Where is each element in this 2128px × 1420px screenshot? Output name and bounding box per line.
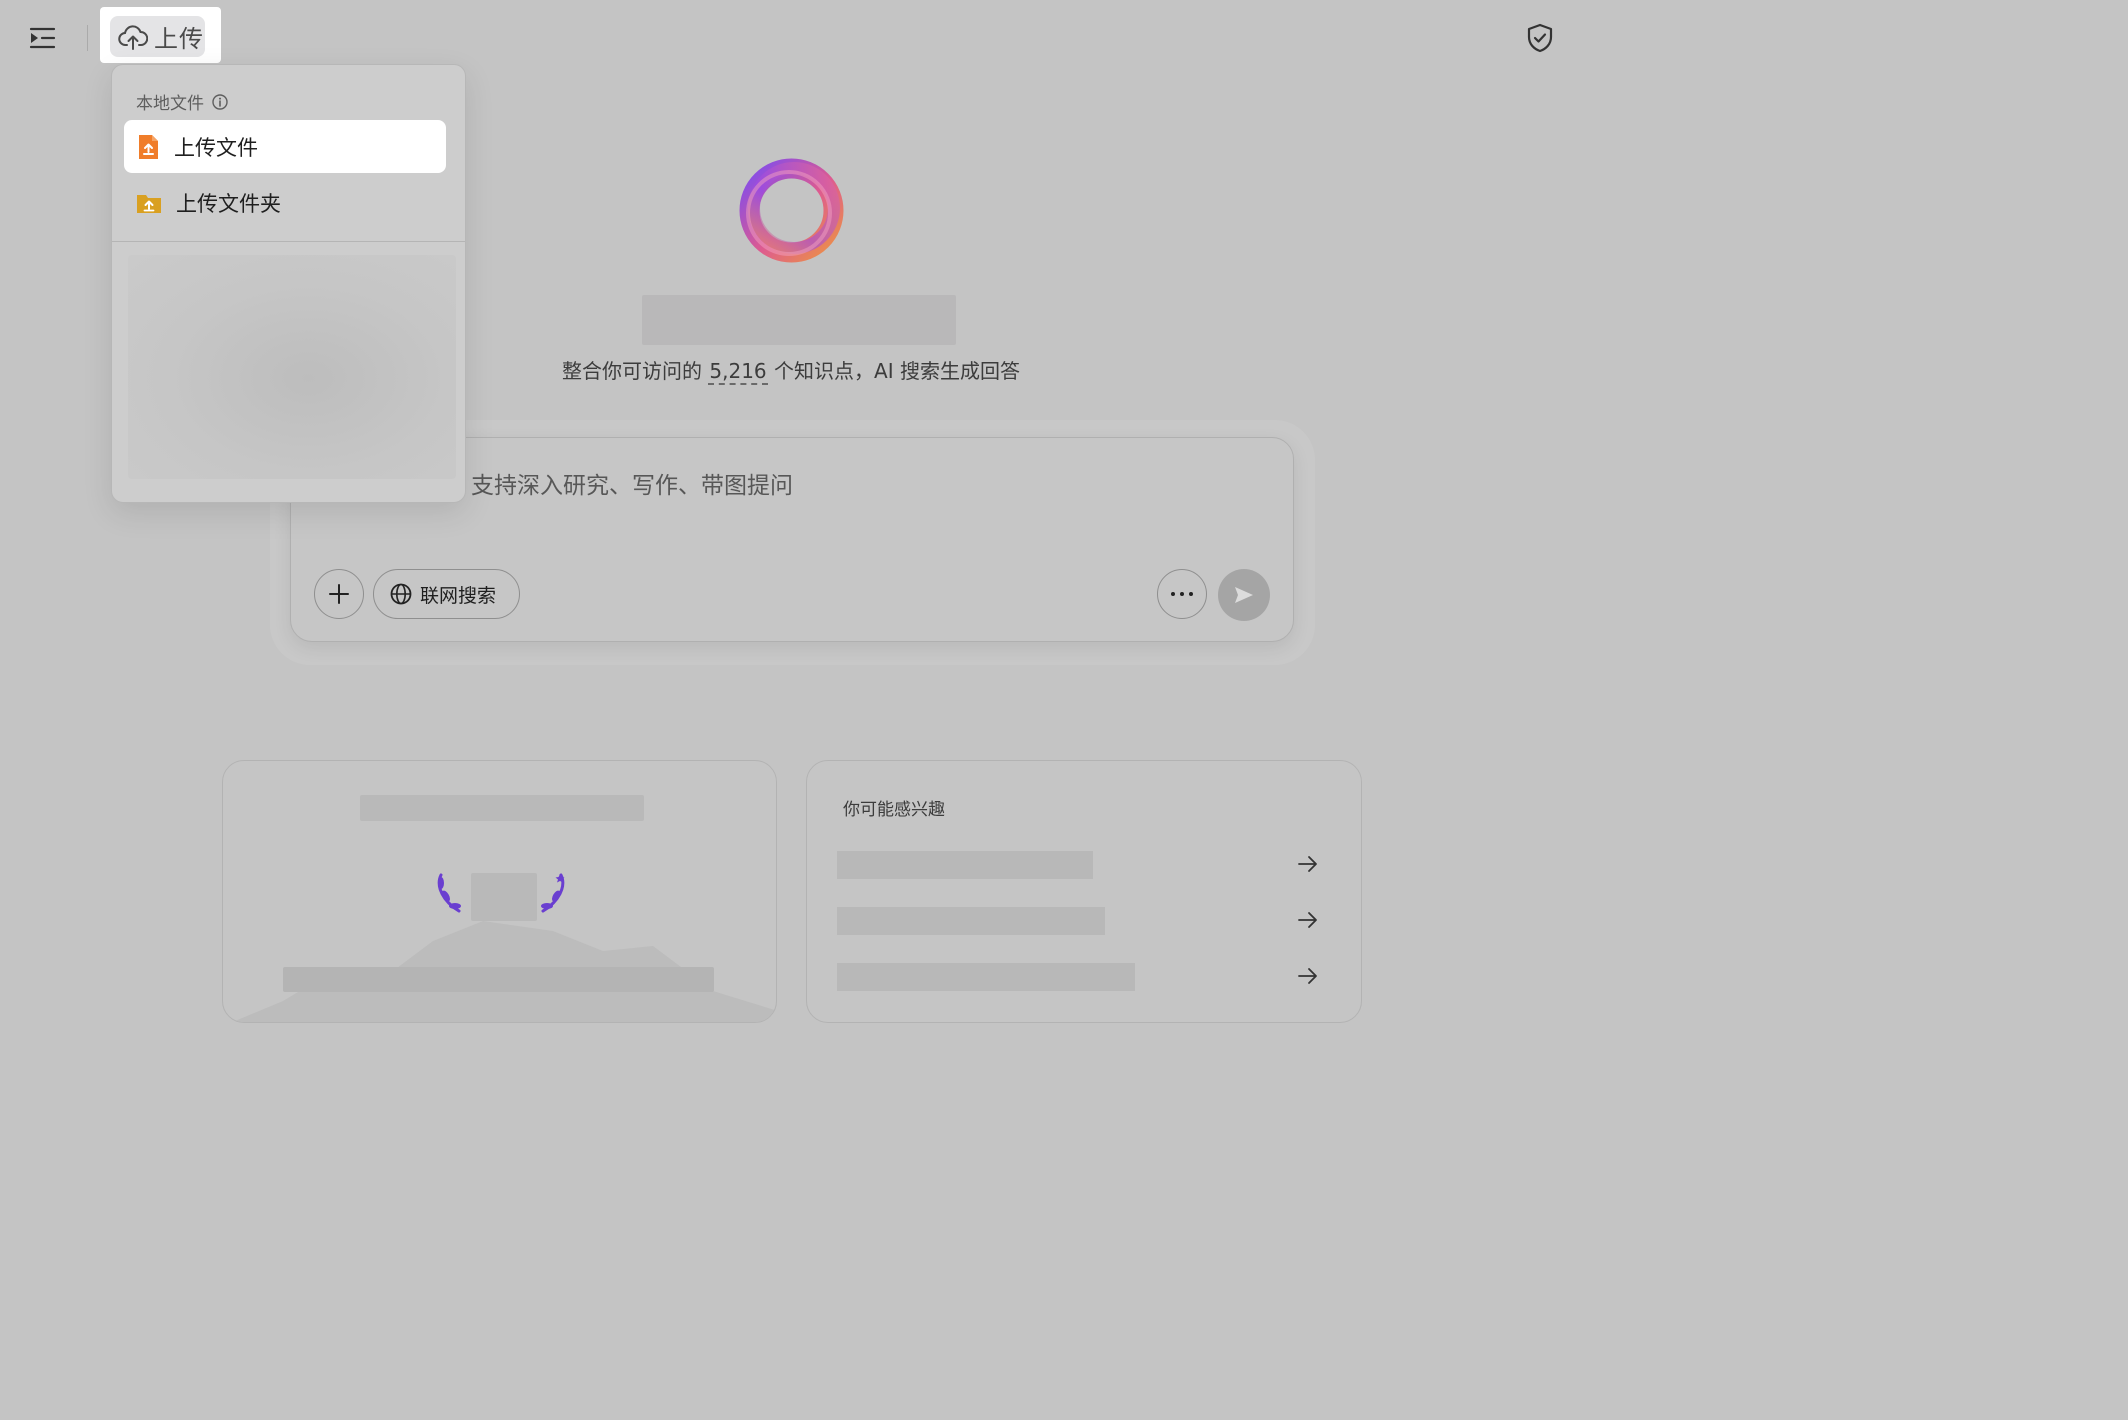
laurel-right-icon bbox=[541, 873, 565, 913]
upload-button-label: 上传 bbox=[154, 25, 204, 53]
suggestion-text-redacted bbox=[837, 907, 1105, 935]
arrow-right-icon bbox=[1298, 856, 1317, 872]
menu-divider bbox=[112, 241, 465, 242]
upload-folder-label: 上传文件夹 bbox=[176, 191, 281, 216]
suggestions-heading: 你可能感兴趣 bbox=[843, 800, 945, 820]
laurel-left-icon bbox=[437, 873, 461, 913]
suggestion-item[interactable] bbox=[837, 851, 1333, 881]
feature-card[interactable] bbox=[222, 760, 777, 1023]
upload-file-label: 上传文件 bbox=[174, 135, 258, 160]
upload-dropdown-menu: 本地文件 上传文件 上传文件夹 bbox=[111, 64, 466, 503]
suggestion-item[interactable] bbox=[837, 907, 1333, 937]
subtitle-prefix: 整合你可访问的 bbox=[562, 359, 703, 383]
card-title-redacted bbox=[360, 795, 644, 821]
upload-file-menu-item[interactable]: 上传文件 bbox=[124, 120, 446, 173]
local-files-section-title: 本地文件 bbox=[136, 89, 228, 114]
trophy-redacted bbox=[471, 873, 537, 921]
security-button[interactable] bbox=[1522, 20, 1558, 56]
suggestion-text-redacted bbox=[837, 851, 1093, 879]
globe-icon bbox=[390, 583, 412, 605]
knowledge-count[interactable]: 5,216 bbox=[708, 359, 768, 385]
web-search-toggle[interactable]: 联网搜索 bbox=[373, 569, 520, 619]
upload-button[interactable]: 上传 bbox=[110, 16, 205, 57]
plus-icon bbox=[329, 584, 349, 604]
add-attachment-button[interactable] bbox=[314, 569, 364, 619]
section-title-text: 本地文件 bbox=[136, 94, 204, 114]
arrow-right-icon bbox=[1298, 968, 1317, 984]
cloud-upload-icon bbox=[118, 24, 148, 50]
send-icon bbox=[1235, 587, 1253, 603]
send-button[interactable] bbox=[1218, 569, 1270, 621]
shield-check-icon bbox=[1527, 23, 1553, 53]
folder-upload-icon bbox=[137, 194, 161, 213]
brand-logo bbox=[739, 158, 844, 263]
subtitle-suffix: 个知识点，AI 搜索生成回答 bbox=[774, 359, 1020, 383]
file-upload-icon bbox=[139, 134, 158, 159]
suggestions-card: 你可能感兴趣 bbox=[806, 760, 1362, 1023]
suggestion-text-redacted bbox=[837, 963, 1135, 991]
card-caption-redacted bbox=[283, 967, 714, 992]
sidebar-toggle-button[interactable] bbox=[24, 22, 60, 54]
more-options-button[interactable] bbox=[1157, 569, 1207, 619]
suggestion-item[interactable] bbox=[837, 963, 1333, 993]
more-horizontal-icon bbox=[1171, 592, 1193, 596]
upload-folder-menu-item[interactable]: 上传文件夹 bbox=[124, 176, 446, 229]
cloud-sources-redacted bbox=[128, 255, 456, 479]
arrow-right-icon bbox=[1298, 912, 1317, 928]
topbar-divider bbox=[87, 25, 88, 51]
sidebar-expand-icon bbox=[29, 27, 56, 49]
composer-input[interactable]: 支持深入研究、写作、带图提问 bbox=[471, 466, 793, 500]
info-icon[interactable] bbox=[212, 93, 228, 110]
page-title-redacted bbox=[642, 295, 956, 345]
web-search-label: 联网搜索 bbox=[420, 584, 497, 607]
